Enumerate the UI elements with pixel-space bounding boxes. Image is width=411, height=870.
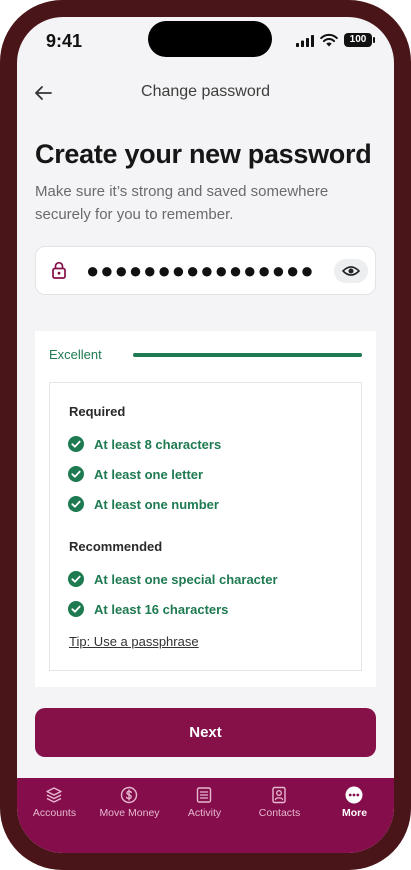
status-time: 9:41 (46, 31, 83, 51)
required-title: Required (69, 404, 126, 419)
header-title: Change password (141, 83, 270, 100)
check-circle-icon (68, 571, 84, 587)
more-dots-icon (345, 786, 363, 804)
strength-label: Excellent (49, 347, 102, 362)
requirement-label: At least one letter (94, 467, 204, 482)
tab-contacts[interactable]: Contacts (242, 778, 317, 836)
tab-label: Move Money (99, 807, 160, 819)
page-heading: Create your new password (35, 139, 372, 169)
dynamic-island (148, 21, 272, 57)
tab-bar: Accounts Move Money Activity Contacts Mo… (17, 778, 394, 853)
tab-move-money[interactable]: Move Money (92, 778, 167, 836)
password-input[interactable]: ●●●●●●●●●●●●●●●● (35, 246, 376, 295)
check-circle-icon (68, 436, 84, 452)
requirement-label: At least 8 characters (94, 437, 222, 452)
passphrase-tip-link[interactable]: Tip: Use a passphrase (69, 634, 199, 649)
check-circle-icon (68, 496, 84, 512)
next-button[interactable]: Next (35, 708, 376, 757)
contact-card-icon (272, 786, 286, 804)
eye-icon (342, 266, 360, 276)
tab-more[interactable]: More (317, 778, 392, 836)
tab-label: More (341, 807, 368, 819)
password-masked-value: ●●●●●●●●●●●●●●●● (86, 258, 315, 283)
lock-icon (52, 261, 66, 279)
phone-screen: 9:41 100 Change password Create your new… (17, 17, 394, 853)
tab-accounts[interactable]: Accounts (17, 778, 92, 836)
header: Change password (17, 73, 394, 113)
tab-label: Accounts (32, 807, 77, 819)
wifi-icon (320, 33, 338, 47)
check-circle-icon (68, 601, 84, 617)
requirement-label: At least one special character (94, 572, 278, 587)
dollar-circle-icon (120, 786, 138, 804)
strength-meter-fill (133, 353, 362, 357)
status-bar: 9:41 100 (17, 17, 394, 69)
device-frame: 9:41 100 Change password Create your new… (0, 0, 411, 870)
requirement-label: At least 16 characters (94, 602, 229, 617)
tab-label: Contacts (258, 807, 301, 819)
tab-activity[interactable]: Activity (167, 778, 242, 836)
toggle-visibility-button[interactable] (334, 259, 368, 283)
battery-icon: 100 (344, 33, 372, 47)
check-circle-icon (68, 466, 84, 482)
strength-panel: Excellent Required At least 8 characters… (35, 331, 376, 687)
signal-icon (296, 35, 314, 47)
tab-label: Activity (187, 807, 222, 819)
recommended-title: Recommended (69, 539, 163, 554)
list-icon (196, 787, 212, 803)
requirement-label: At least one number (94, 497, 219, 512)
battery-nub (373, 37, 375, 43)
layers-icon (46, 787, 62, 803)
strength-meter (133, 353, 362, 357)
requirements-box: Required At least 8 characters At least … (49, 382, 362, 671)
page-subtitle: Make sure it’s strong and saved somewher… (35, 183, 329, 223)
